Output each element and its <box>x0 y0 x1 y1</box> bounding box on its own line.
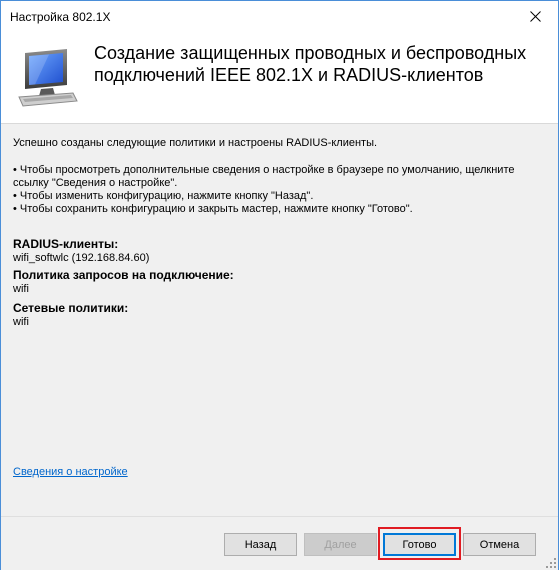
cancel-button[interactable]: Отмена <box>463 533 536 556</box>
radius-clients-label: RADIUS-клиенты: <box>13 237 119 251</box>
wizard-content: Успешно созданы следующие политики и нас… <box>1 124 558 516</box>
intro-text: Успешно созданы следующие политики и нас… <box>13 137 378 149</box>
network-policies-value: wifi <box>13 316 29 328</box>
wizard-page-title: Создание защищенных проводных и беспрово… <box>94 43 527 85</box>
wizard-window: Настройка 802.1X Создание защищенных про… <box>0 0 559 570</box>
computer-monitor-icon <box>18 49 78 107</box>
radius-clients-value: wifi_softwlc (192.168.84.60) <box>13 252 150 264</box>
network-policies-label: Сетевые политики: <box>13 301 129 315</box>
window-title: Настройка 802.1X <box>10 10 111 24</box>
close-icon <box>530 10 541 22</box>
close-button[interactable] <box>513 1 558 31</box>
instruction-item: • Чтобы изменить конфигурацию, нажмите к… <box>13 190 314 202</box>
wizard-footer: Назад Далее Готово Отмена <box>1 516 558 570</box>
back-button[interactable]: Назад <box>224 533 297 556</box>
next-button[interactable]: Далее <box>304 533 377 556</box>
wizard-header: Создание защищенных проводных и беспрово… <box>1 31 558 124</box>
instruction-item: • Чтобы просмотреть дополнительные сведе… <box>13 164 515 189</box>
configuration-details-link[interactable]: Сведения о настройке <box>13 466 128 478</box>
instruction-item: • Чтобы сохранить конфигурацию и закрыть… <box>13 203 413 215</box>
connection-request-policy-value: wifi <box>13 283 29 295</box>
finish-button[interactable]: Готово <box>383 533 456 556</box>
title-bar[interactable]: Настройка 802.1X <box>1 1 558 31</box>
connection-request-policy-label: Политика запросов на подключение: <box>13 268 234 282</box>
resize-grip-icon[interactable] <box>546 558 556 568</box>
